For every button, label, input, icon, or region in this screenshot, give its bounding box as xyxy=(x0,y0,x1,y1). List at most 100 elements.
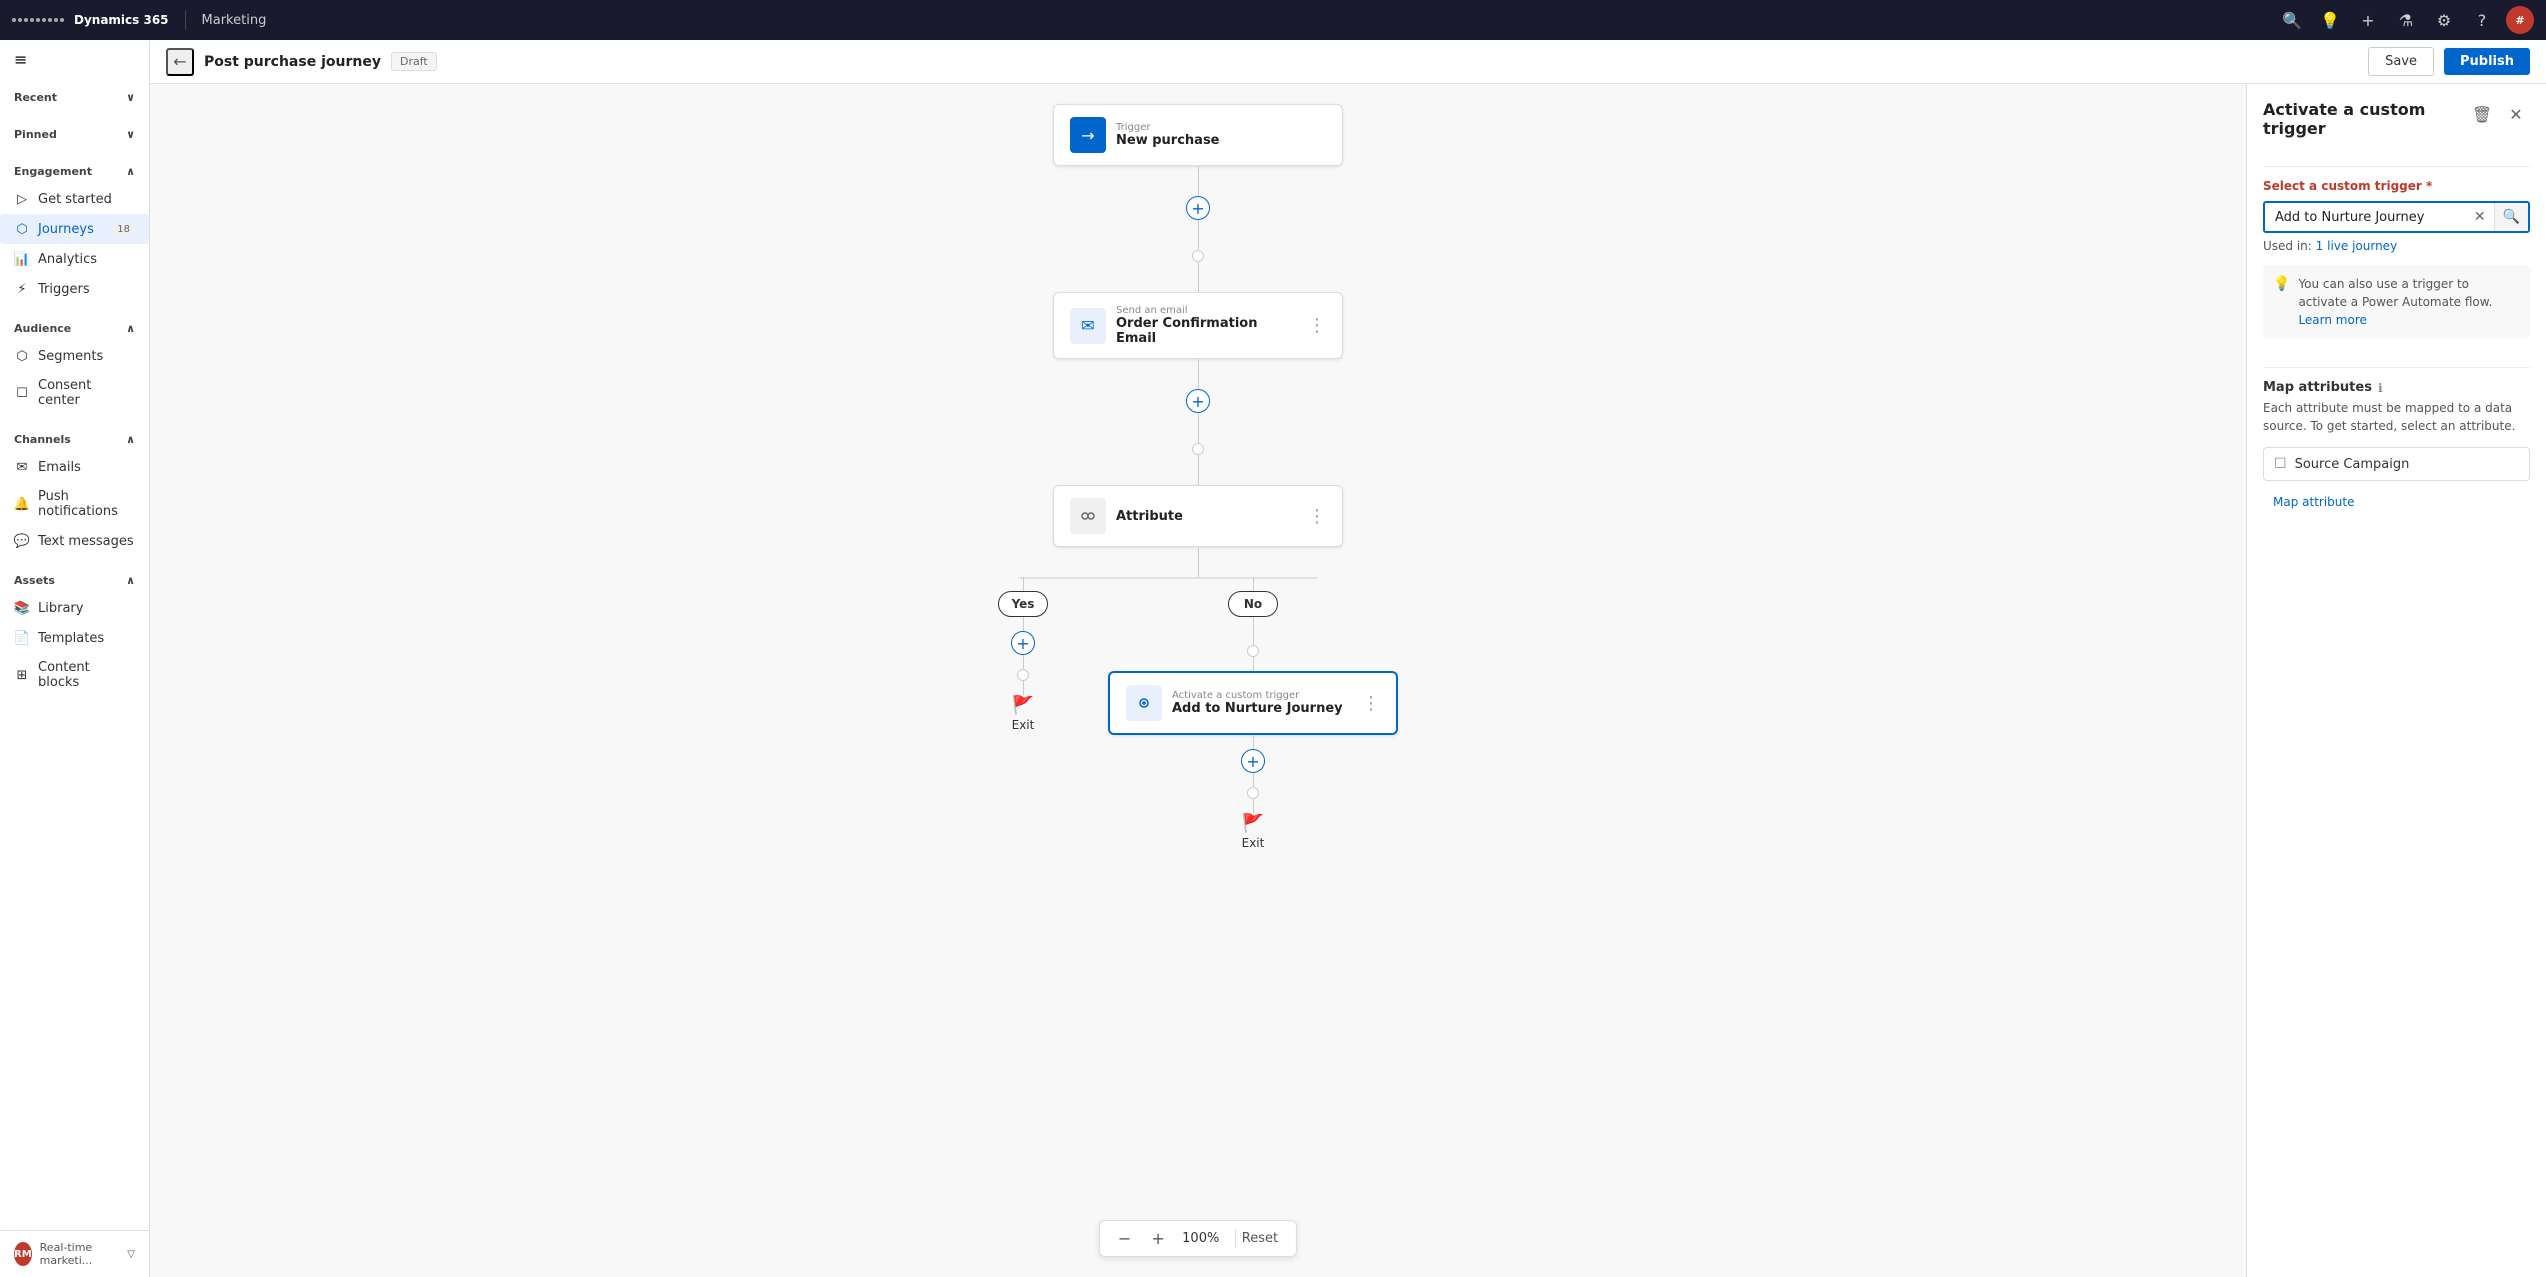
assets-section: Assets ∧ 📚 Library 📄 Templates ⊞ Content… xyxy=(0,562,149,703)
live-journey-link[interactable]: 1 live journey xyxy=(2316,239,2398,253)
yes-lower-line xyxy=(1023,655,1024,669)
email-node[interactable]: ✉ Send an email Order Confirmation Email… xyxy=(1053,292,1343,359)
sidebar-item-sms[interactable]: 💬 Text messages xyxy=(0,526,149,556)
sidebar-item-segments[interactable]: ⬡ Segments xyxy=(0,341,149,371)
sidebar-item-journeys[interactable]: ⬡ Journeys 18 xyxy=(0,214,149,244)
assets-header[interactable]: Assets ∧ xyxy=(0,568,149,593)
yes-branch: Yes + 🚩 Exit xyxy=(998,577,1048,850)
map-attributes-title: Map attributes xyxy=(2263,380,2372,395)
journeys-count: 18 xyxy=(112,223,135,236)
trigger-search-input[interactable] xyxy=(2265,204,2466,231)
analytics-icon: 📊 xyxy=(14,251,30,267)
no-exit-line2 xyxy=(1253,799,1254,813)
sidebar-item-consent[interactable]: ☐ Consent center xyxy=(0,371,149,415)
right-panel: Activate a custom trigger 🗑 ✕ Select a c… xyxy=(2246,84,2546,1277)
lightbulb-icon[interactable]: 💡 xyxy=(2316,6,2344,34)
no-exit-circle xyxy=(1247,787,1259,799)
yes-top-line xyxy=(1023,577,1024,591)
search-icon[interactable]: 🔍 xyxy=(2278,6,2306,34)
audience-header[interactable]: Audience ∧ xyxy=(0,316,149,341)
map-attributes-desc: Each attribute must be mapped to a data … xyxy=(2263,399,2530,435)
topbar-divider xyxy=(185,10,186,30)
pinned-header[interactable]: Pinned ∨ xyxy=(0,122,149,147)
branch-columns: Yes + 🚩 Exit xyxy=(918,577,1478,850)
branch-top-line xyxy=(1198,547,1199,577)
select-trigger-label: Select a custom trigger * xyxy=(2263,179,2530,193)
trigger-node[interactable]: → Trigger New purchase xyxy=(1053,104,1343,166)
recent-header[interactable]: Recent ∨ xyxy=(0,85,149,110)
email-icon: ✉ xyxy=(14,459,30,475)
yes-circle xyxy=(1017,669,1029,681)
map-attribute-link[interactable]: Map attribute xyxy=(2273,495,2354,509)
no-exit-label: Exit xyxy=(1242,836,1265,850)
zoom-out-button[interactable]: − xyxy=(1112,1227,1137,1250)
custom-trigger-node[interactable]: Activate a custom trigger Add to Nurture… xyxy=(1108,671,1398,735)
no-exit: 🚩 Exit xyxy=(1242,813,1265,850)
add-node-btn-1[interactable]: + xyxy=(1186,196,1210,220)
content-area: ← Post purchase journey Draft Save Publi… xyxy=(150,40,2546,1277)
sidebar-item-content-blocks[interactable]: ⊞ Content blocks xyxy=(0,653,149,697)
add-node-btn-2[interactable]: + xyxy=(1186,389,1210,413)
yes-exit-label: Exit xyxy=(1012,718,1035,732)
back-button[interactable]: ← xyxy=(166,48,194,76)
learn-more-link[interactable]: Learn more xyxy=(2298,313,2366,327)
publish-button[interactable]: Publish xyxy=(2444,48,2530,75)
user-avatar[interactable]: # xyxy=(2506,6,2534,34)
attr-title: Source Campaign xyxy=(2295,457,2410,472)
no-exit-line xyxy=(1253,773,1254,787)
panel-close-button[interactable]: ✕ xyxy=(2502,100,2530,128)
topbar: Dynamics 365 Marketing 🔍 💡 + ⚗ ⚙ ? # xyxy=(0,0,2546,40)
sidebar-item-analytics[interactable]: 📊 Analytics xyxy=(0,244,149,274)
secondary-bar: ← Post purchase journey Draft Save Publi… xyxy=(150,40,2546,84)
sidebar-item-push[interactable]: 🔔 Push notifications xyxy=(0,482,149,526)
hamburger-button[interactable]: ≡ xyxy=(0,40,149,79)
panel-delete-button[interactable]: 🗑 xyxy=(2468,100,2496,128)
no-line2 xyxy=(1253,631,1254,645)
journeys-icon: ⬡ xyxy=(14,221,30,237)
attribute-node-menu[interactable]: ⋮ xyxy=(1308,506,1326,527)
custom-trigger-menu[interactable]: ⋮ xyxy=(1362,693,1380,714)
email-label: Send an email xyxy=(1116,305,1298,316)
help-icon[interactable]: ? xyxy=(2468,6,2496,34)
branch-area: Yes + 🚩 Exit xyxy=(918,577,1478,850)
sidebar-item-library[interactable]: 📚 Library xyxy=(0,593,149,623)
triggers-icon: ⚡ xyxy=(14,281,30,297)
plus-icon[interactable]: + xyxy=(2354,6,2382,34)
info-text: You can also use a trigger to activate a… xyxy=(2298,275,2520,329)
panel-header: Activate a custom trigger 🗑 ✕ xyxy=(2263,100,2530,138)
no-circle xyxy=(1247,645,1259,657)
required-marker: * xyxy=(2426,179,2432,193)
engagement-header[interactable]: Engagement ∧ xyxy=(0,159,149,184)
canvas-area: → Trigger New purchase + xyxy=(150,84,2246,1277)
connector-line-3 xyxy=(1198,262,1199,292)
no-top-line xyxy=(1253,577,1254,591)
attribute-node[interactable]: Attribute ⋮ xyxy=(1053,485,1343,547)
grid-icon[interactable] xyxy=(12,18,64,22)
attribute-icon-box xyxy=(1070,498,1106,534)
sidebar-item-templates[interactable]: 📄 Templates xyxy=(0,623,149,653)
connector-line-6 xyxy=(1198,455,1199,485)
map-info-icon[interactable]: ℹ xyxy=(2378,381,2383,395)
yes-label: Yes xyxy=(998,591,1048,617)
search-go-button[interactable]: 🔍 xyxy=(2494,203,2528,231)
zoom-reset-button[interactable]: Reset xyxy=(1235,1229,1284,1248)
search-clear-button[interactable]: ✕ xyxy=(2466,209,2494,225)
channels-header[interactable]: Channels ∧ xyxy=(0,427,149,452)
attribute-row[interactable]: ☐ Source Campaign xyxy=(2263,447,2530,481)
sms-icon: 💬 xyxy=(14,533,30,549)
sidebar-item-emails[interactable]: ✉ Emails xyxy=(0,452,149,482)
save-button[interactable]: Save xyxy=(2368,47,2434,76)
email-node-menu[interactable]: ⋮ xyxy=(1308,315,1326,336)
sidebar-item-triggers[interactable]: ⚡ Triggers xyxy=(0,274,149,304)
no-add-btn[interactable]: + xyxy=(1241,749,1265,773)
zoom-in-button[interactable]: + xyxy=(1145,1227,1170,1250)
sidebar-bottom[interactable]: RM Real-time marketi... ▽ xyxy=(0,1230,149,1277)
panel-actions: 🗑 ✕ xyxy=(2468,100,2530,128)
settings-icon[interactable]: ⚙ xyxy=(2430,6,2458,34)
custom-trigger-icon-box xyxy=(1126,685,1162,721)
filter-icon[interactable]: ⚗ xyxy=(2392,6,2420,34)
sidebar-item-get-started[interactable]: ▷ Get started xyxy=(0,184,149,214)
play-icon: ▷ xyxy=(14,191,30,207)
no-flag-icon: 🚩 xyxy=(1242,813,1264,834)
yes-add-btn[interactable]: + xyxy=(1011,631,1035,655)
